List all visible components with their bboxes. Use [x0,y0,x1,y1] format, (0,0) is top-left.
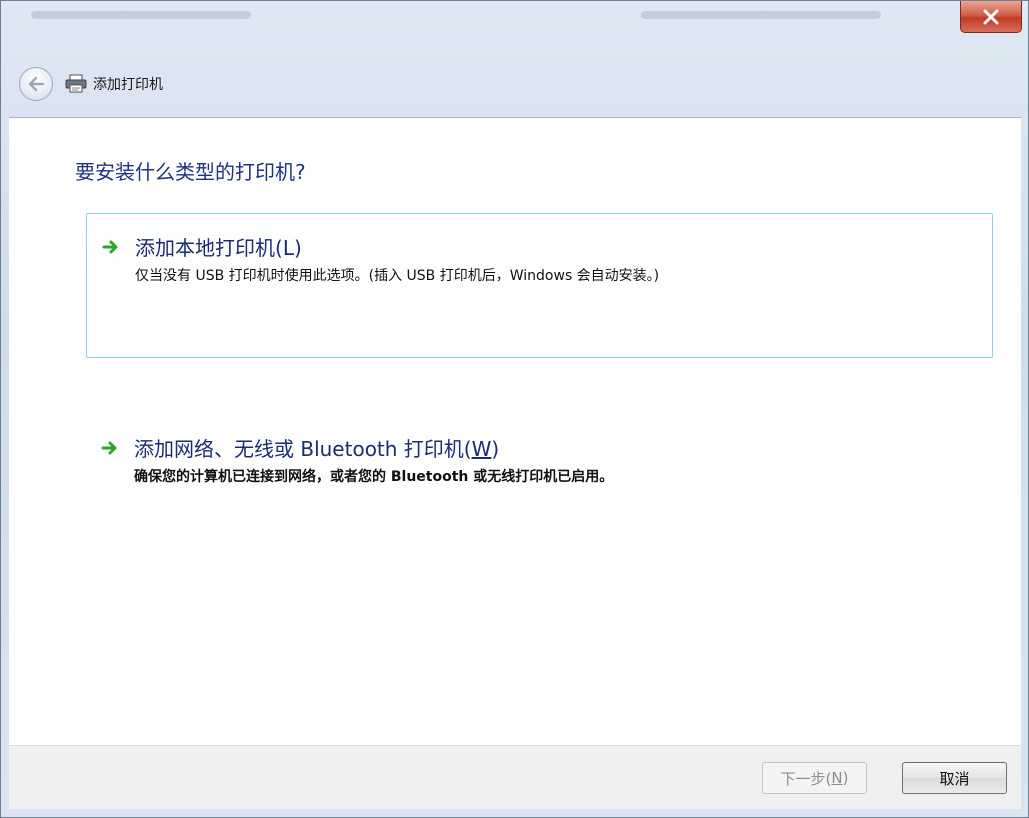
window-frame: 添加打印机 要安装什么类型的打印机? 添加本地打印机(L) 仅当没有 USB 打… [0,0,1029,818]
close-icon [983,9,999,24]
add-network-printer-option[interactable]: 添加网络、无线或 Bluetooth 打印机(W) 确保您的计算机已连接到网络，… [86,415,993,495]
green-arrow-icon [100,438,120,458]
option-title: 添加本地打印机(L) [135,232,302,261]
next-button-suffix: ) [842,769,849,787]
printer-icon [65,73,87,95]
option-description: 仅当没有 USB 打印机时使用此选项。(插入 USB 打印机后，Windows … [135,268,660,284]
page-heading: 要安装什么类型的打印机? [75,160,306,184]
wizard-content: 要安装什么类型的打印机? 添加本地打印机(L) 仅当没有 USB 打印机时使用此… [9,117,1021,745]
close-button[interactable] [960,1,1022,33]
wizard-footer: 下一步(N) 取消 [9,745,1021,809]
background-blur [31,11,251,19]
back-arrow-icon [28,76,45,92]
next-button-label: 下一步( [780,769,832,788]
option-title-text: 添加本地打印机( [135,236,283,260]
option-title-suffix: ) [491,437,500,461]
navigation-bar: 添加打印机 [9,51,1021,117]
option-title-text: 添加网络、无线或 Bluetooth 打印机( [134,437,472,461]
option-title: 添加网络、无线或 Bluetooth 打印机(W) [134,433,499,462]
next-button-accelerator: N [831,769,843,787]
cancel-button[interactable]: 取消 [902,762,1007,794]
option-description: 确保您的计算机已连接到网络，或者您的 Bluetooth 或无线打印机已启用。 [134,469,614,485]
background-blur [641,11,881,19]
window-title: 添加打印机 [93,77,163,93]
option-title-suffix: ) [293,236,302,260]
option-title-accelerator: W [471,437,492,461]
green-arrow-icon [101,237,121,257]
option-title-accelerator: L [282,236,294,260]
add-local-printer-option[interactable]: 添加本地打印机(L) 仅当没有 USB 打印机时使用此选项。(插入 USB 打印… [86,213,993,358]
next-button[interactable]: 下一步(N) [762,762,867,794]
back-button[interactable] [19,67,53,101]
